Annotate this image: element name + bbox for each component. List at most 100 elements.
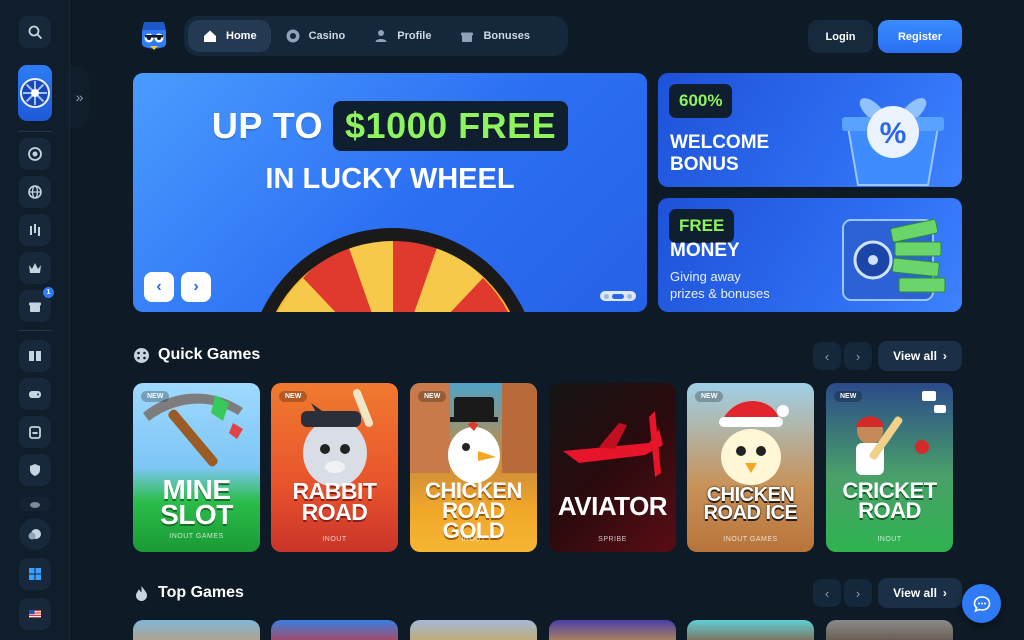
top-game-card[interactable] bbox=[826, 620, 953, 640]
promo-title: WELCOME BONUS bbox=[670, 132, 769, 176]
new-badge: NEW bbox=[279, 391, 308, 402]
new-badge: NEW bbox=[141, 391, 170, 402]
top-game-card[interactable] bbox=[549, 620, 676, 640]
game-title: AVIATOR bbox=[549, 493, 676, 519]
gift-icon bbox=[461, 32, 474, 42]
register-button[interactable]: Register bbox=[878, 20, 962, 53]
tab-profile[interactable]: Profile bbox=[359, 20, 445, 52]
hero-prev-button[interactable]: ‹ bbox=[144, 272, 174, 302]
promo-title-line: WELCOME bbox=[670, 132, 770, 153]
search-icon bbox=[28, 25, 42, 39]
game-title: MINE SLOT bbox=[133, 475, 260, 528]
sidebar-item-sports[interactable] bbox=[19, 176, 51, 208]
view-all-label: View all bbox=[893, 349, 937, 363]
game-card-rabbit-road[interactable]: NEW RABBIT ROAD INOUT bbox=[271, 383, 398, 552]
tab-bonuses-label: Bonuses bbox=[483, 30, 530, 42]
game-title-line: ROAD bbox=[301, 498, 368, 525]
carousel-dot-active[interactable] bbox=[612, 293, 624, 299]
book-icon bbox=[29, 351, 41, 361]
promo-subtitle-line: Giving away bbox=[670, 269, 741, 284]
windows-icon bbox=[29, 568, 41, 580]
top-games-view-all-button[interactable]: View all › bbox=[878, 578, 962, 608]
game-card-aviator[interactable]: AVIATOR SPRIBE bbox=[549, 383, 676, 552]
language-selector[interactable] bbox=[19, 598, 51, 630]
top-game-card[interactable] bbox=[133, 620, 260, 640]
quick-games-next-button[interactable]: › bbox=[844, 342, 872, 370]
sidebar-item-trading[interactable] bbox=[19, 214, 51, 246]
safe-money-illustration bbox=[842, 219, 946, 301]
lucky-wheel-promo[interactable] bbox=[18, 65, 52, 121]
view-all-label: View all bbox=[893, 586, 937, 600]
sidebar-expand-button[interactable]: » bbox=[70, 66, 89, 128]
game-provider: SPRIBE bbox=[598, 536, 627, 543]
sidebar-item-vip[interactable] bbox=[19, 252, 51, 284]
hero-banner[interactable]: UP TO $1000 FREE IN LUCKY WHEEL ‹ › bbox=[133, 73, 647, 312]
login-button[interactable]: Login bbox=[808, 20, 873, 53]
promo-title: MONEY bbox=[670, 240, 740, 261]
new-badge: NEW bbox=[418, 391, 447, 402]
game-title-line: ROAD bbox=[858, 497, 921, 523]
main-nav: Home Casino Profile Bonuses bbox=[184, 16, 568, 56]
sidebar-item-casino[interactable] bbox=[19, 138, 51, 170]
gift-icon bbox=[29, 302, 41, 312]
sidebar-divider bbox=[18, 330, 52, 331]
candlestick-icon bbox=[30, 224, 40, 236]
carousel-dot[interactable] bbox=[627, 293, 632, 299]
game-title: CRICKET ROAD bbox=[826, 480, 953, 523]
chicken-santa-illustration bbox=[719, 400, 789, 485]
game-provider: INOUT bbox=[322, 536, 347, 543]
sidebar-item-rules[interactable] bbox=[19, 340, 51, 372]
svg-text:%: % bbox=[880, 117, 907, 150]
tab-casino[interactable]: Casino bbox=[271, 20, 360, 52]
promo-title-line: BONUS bbox=[670, 154, 739, 175]
live-chat-button[interactable] bbox=[962, 584, 1001, 623]
tab-profile-label: Profile bbox=[397, 30, 432, 42]
rabbit-illustration bbox=[301, 389, 373, 487]
game-title: CHICKEN ROAD GOLD bbox=[410, 480, 537, 541]
chevron-left-icon: ‹ bbox=[824, 585, 830, 601]
tab-home[interactable]: Home bbox=[188, 20, 271, 52]
game-title: RABBIT ROAD bbox=[271, 480, 398, 525]
game-card-cricket-road[interactable]: NEW CRICKET ROAD INOUT bbox=[826, 383, 953, 552]
search-button[interactable] bbox=[19, 16, 51, 48]
dice-icon bbox=[134, 347, 149, 363]
top-games-heading: Top Games bbox=[133, 584, 244, 602]
chat-bubbles-icon bbox=[28, 529, 41, 540]
hero-headline: UP TO $1000 FREE bbox=[133, 101, 647, 151]
hero-headline-prefix: UP TO bbox=[211, 105, 324, 146]
sidebar-item-support[interactable] bbox=[19, 518, 51, 550]
wallet-icon bbox=[29, 426, 41, 439]
free-money-promo[interactable]: FREE MONEY Giving away prizes & bonuses bbox=[658, 198, 962, 312]
sidebar-divider bbox=[18, 131, 52, 132]
double-chevron-right-icon: » bbox=[75, 89, 84, 105]
game-card-chicken-road-ice[interactable]: NEW CHICKEN ROAD ICE INOUT GAMES bbox=[687, 383, 814, 552]
top-game-card[interactable] bbox=[271, 620, 398, 640]
game-card-chicken-road-gold[interactable]: NEW CHICKEN ROAD GOLD INOUT bbox=[410, 383, 537, 552]
carousel-dots[interactable] bbox=[600, 291, 636, 301]
sidebar-item-wallet[interactable] bbox=[19, 416, 51, 448]
top-games-prev-button[interactable]: ‹ bbox=[813, 579, 841, 607]
game-title-line: ROAD ICE bbox=[703, 502, 798, 524]
tab-bonuses[interactable]: Bonuses bbox=[445, 20, 543, 52]
sidebar-item-bonuses[interactable]: 1 bbox=[19, 287, 54, 322]
shield-icon bbox=[30, 464, 40, 476]
sidebar: 1 bbox=[0, 0, 70, 640]
home-icon bbox=[204, 30, 216, 42]
chevron-right-icon: › bbox=[942, 349, 947, 363]
site-logo[interactable] bbox=[136, 18, 172, 54]
sidebar-item-partial[interactable] bbox=[19, 497, 51, 511]
quick-games-view-all-button[interactable]: View all › bbox=[878, 341, 962, 371]
hero-next-button[interactable]: › bbox=[181, 272, 211, 302]
sidebar-item-security[interactable] bbox=[19, 454, 51, 486]
lucky-wheel-illustration bbox=[261, 228, 525, 312]
top-game-card[interactable] bbox=[410, 620, 537, 640]
carousel-dot[interactable] bbox=[604, 293, 609, 299]
quick-games-prev-button[interactable]: ‹ bbox=[813, 342, 841, 370]
sidebar-item-games[interactable] bbox=[19, 378, 51, 410]
chat-icon bbox=[973, 595, 990, 612]
top-games-next-button[interactable]: › bbox=[844, 579, 872, 607]
sidebar-item-windows-app[interactable] bbox=[19, 558, 51, 590]
welcome-bonus-promo[interactable]: % 600% WELCOME BONUS bbox=[658, 73, 962, 187]
top-game-card[interactable] bbox=[687, 620, 814, 640]
game-card-mine-slot[interactable]: NEW MINE SLOT INOUT GAMES bbox=[133, 383, 260, 552]
